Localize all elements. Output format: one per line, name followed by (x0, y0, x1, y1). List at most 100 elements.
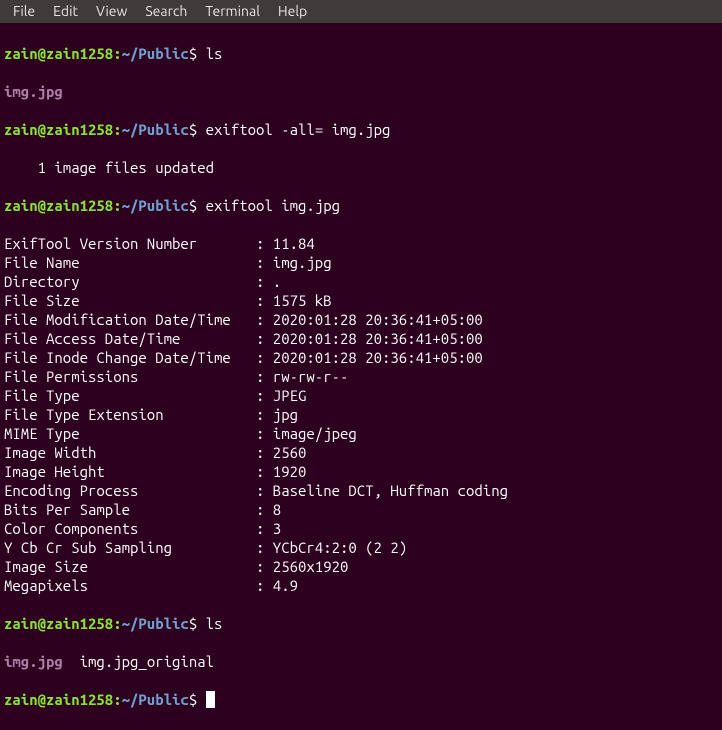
menu-view[interactable]: View (87, 0, 136, 23)
prompt-line-4: zain@zain1258:~/Public$ ls (4, 614, 718, 633)
exif-key: File Permissions (4, 367, 256, 386)
exif-row: Image Size: 2560x1920 (4, 557, 718, 576)
exif-sep: : (256, 405, 273, 424)
exif-key: Image Height (4, 462, 256, 481)
exif-key: File Inode Change Date/Time (4, 348, 256, 367)
prompt-dollar: $ (189, 615, 197, 632)
exif-value: 2560x1920 (273, 557, 349, 576)
exif-key: File Modification Date/Time (4, 310, 256, 329)
command-ls-2: ls (206, 615, 223, 632)
exif-value: 2020:01:28 20:36:41+05:00 (273, 310, 483, 329)
terminal-area[interactable]: zain@zain1258:~/Public$ ls img.jpg zain@… (0, 23, 722, 730)
exif-value: rw-rw-r-- (273, 367, 349, 386)
exif-key: File Type (4, 386, 256, 405)
exif-row: MIME Type: image/jpeg (4, 424, 718, 443)
exif-key: Image Size (4, 557, 256, 576)
exif-sep: : (256, 253, 273, 272)
exif-value: 4.9 (273, 576, 298, 595)
exif-sep: : (256, 348, 273, 367)
exif-row: Image Height: 1920 (4, 462, 718, 481)
exif-value: 1575 kB (273, 291, 332, 310)
exif-value: JPEG (273, 386, 307, 405)
exif-key: File Type Extension (4, 405, 256, 424)
exif-row: Directory: . (4, 272, 718, 291)
exif-value: 11.84 (273, 234, 315, 253)
exif-row: Image Width: 2560 (4, 443, 718, 462)
prompt-sep: : (113, 197, 121, 214)
exif-row: ExifTool Version Number: 11.84 (4, 234, 718, 253)
prompt-path: ~/Public (122, 45, 189, 62)
cursor (206, 691, 215, 708)
exif-key: Encoding Process (4, 481, 256, 500)
prompt-userhost: zain@zain1258 (4, 691, 113, 708)
prompt-sep: : (113, 691, 121, 708)
output-ls-1: img.jpg (4, 82, 718, 101)
file-img-original: img.jpg_original (63, 653, 214, 670)
exif-row: File Modification Date/Time: 2020:01:28 … (4, 310, 718, 329)
exif-key: File Size (4, 291, 256, 310)
exif-key: MIME Type (4, 424, 256, 443)
exif-row: File Name: img.jpg (4, 253, 718, 272)
output-updated: 1 image files updated (4, 158, 718, 177)
exif-sep: : (256, 538, 273, 557)
exif-sep: : (256, 329, 273, 348)
exif-key: ExifTool Version Number (4, 234, 256, 253)
exif-row: File Access Date/Time: 2020:01:28 20:36:… (4, 329, 718, 348)
menu-search[interactable]: Search (136, 0, 196, 23)
output-ls-2: img.jpg img.jpg_original (4, 652, 718, 671)
exif-sep: : (256, 519, 273, 538)
exif-sep: : (256, 386, 273, 405)
exif-row: Color Components: 3 (4, 519, 718, 538)
exif-sep: : (256, 481, 273, 500)
prompt-path: ~/Public (122, 197, 189, 214)
exif-value: 2020:01:28 20:36:41+05:00 (273, 348, 483, 367)
prompt-path: ~/Public (122, 615, 189, 632)
exif-sep: : (256, 424, 273, 443)
prompt-line-3: zain@zain1258:~/Public$ exiftool img.jpg (4, 196, 718, 215)
prompt-userhost: zain@zain1258 (4, 615, 113, 632)
exif-sep: : (256, 272, 273, 291)
exif-value: image/jpeg (273, 424, 357, 443)
prompt-dollar: $ (189, 691, 197, 708)
exif-sep: : (256, 462, 273, 481)
exif-value: 1920 (273, 462, 307, 481)
exif-sep: : (256, 443, 273, 462)
exif-sep: : (256, 234, 273, 253)
exif-value: 3 (273, 519, 281, 538)
exif-row: File Size: 1575 kB (4, 291, 718, 310)
file-img-jpg: img.jpg (4, 653, 63, 670)
prompt-dollar: $ (189, 45, 197, 62)
menu-help[interactable]: Help (269, 0, 316, 23)
prompt-userhost: zain@zain1258 (4, 121, 113, 138)
exif-row: Megapixels: 4.9 (4, 576, 718, 595)
exif-row: File Permissions: rw-rw-r-- (4, 367, 718, 386)
command-exiftool-show: exiftool img.jpg (206, 197, 340, 214)
menubar: File Edit View Search Terminal Help (0, 0, 722, 23)
exif-value: 2020:01:28 20:36:41+05:00 (273, 329, 483, 348)
exiftool-output: ExifTool Version Number: 11.84File Name:… (4, 234, 718, 595)
exif-row: Bits Per Sample: 8 (4, 500, 718, 519)
exif-key: Y Cb Cr Sub Sampling (4, 538, 256, 557)
menu-terminal[interactable]: Terminal (196, 0, 269, 23)
exif-sep: : (256, 557, 273, 576)
exif-row: Encoding Process: Baseline DCT, Huffman … (4, 481, 718, 500)
exif-row: File Type: JPEG (4, 386, 718, 405)
command-exiftool-strip: exiftool -all= img.jpg (206, 121, 391, 138)
prompt-dollar: $ (189, 197, 197, 214)
prompt-line-5: zain@zain1258:~/Public$ (4, 690, 718, 709)
prompt-sep: : (113, 121, 121, 138)
exif-sep: : (256, 291, 273, 310)
exif-key: Directory (4, 272, 256, 291)
exif-value: Baseline DCT, Huffman coding (273, 481, 508, 500)
menu-edit[interactable]: Edit (44, 0, 87, 23)
exif-sep: : (256, 576, 273, 595)
exif-sep: : (256, 500, 273, 519)
exif-row: File Inode Change Date/Time: 2020:01:28 … (4, 348, 718, 367)
exif-value: img.jpg (273, 253, 332, 272)
prompt-line-2: zain@zain1258:~/Public$ exiftool -all= i… (4, 120, 718, 139)
prompt-dollar: $ (189, 121, 197, 138)
exif-value: 8 (273, 500, 281, 519)
prompt-sep: : (113, 45, 121, 62)
menu-file[interactable]: File (4, 0, 44, 23)
exif-key: Megapixels (4, 576, 256, 595)
